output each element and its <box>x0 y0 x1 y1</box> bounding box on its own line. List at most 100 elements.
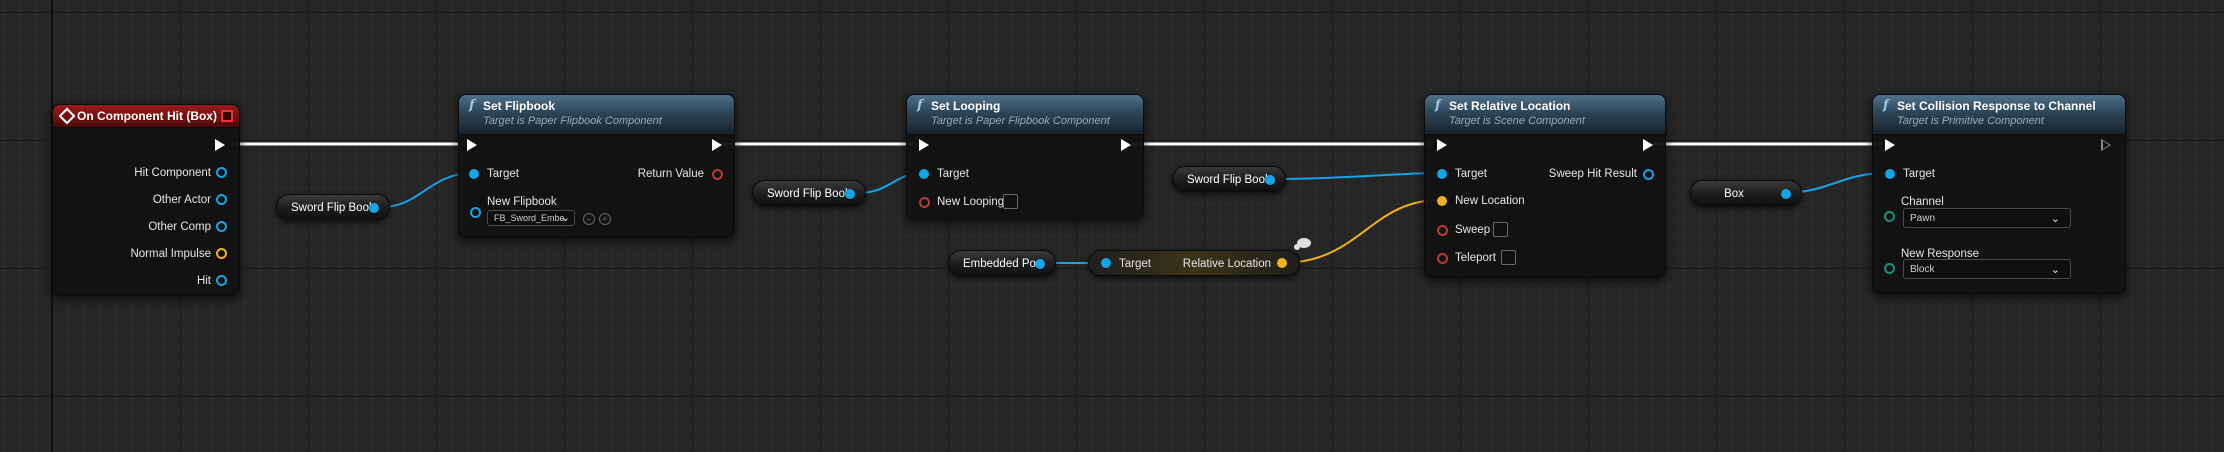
pin-label-normal-impulse: Normal Impulse <box>130 248 211 260</box>
teleport-checkbox[interactable] <box>1501 250 1516 265</box>
pin-new-response[interactable] <box>1884 263 1895 274</box>
pin-hit[interactable] <box>216 275 227 286</box>
exec-out-pin[interactable] <box>712 139 722 151</box>
function-node-subtitle: Target is Primitive Component <box>1897 115 2044 127</box>
variable-output-pin[interactable] <box>1035 259 1045 269</box>
event-diamond-icon <box>58 107 76 125</box>
event-node-on-component-hit[interactable]: On Component Hit (Box) Hit Component Oth… <box>52 104 240 296</box>
use-selected-asset-icon[interactable]: ← <box>583 213 595 225</box>
exec-in-pin[interactable] <box>919 139 929 151</box>
pin-new-location[interactable] <box>1437 196 1447 206</box>
chevron-down-icon: ⌄ <box>2050 264 2060 276</box>
browse-asset-icon[interactable]: ⌕ <box>599 213 611 225</box>
channel-dropdown-value: Pawn <box>1910 213 1936 224</box>
variable-node-embedded-pos[interactable]: Embedded Pos <box>948 250 1056 276</box>
pin-sweep[interactable] <box>1437 225 1448 236</box>
pin-teleport[interactable] <box>1437 253 1448 264</box>
function-node-title: Set Looping <box>931 99 1001 113</box>
variable-label: Embedded Pos <box>963 258 1042 270</box>
pin-label-return-value: Return Value <box>637 168 704 180</box>
variable-output-pin[interactable] <box>1265 175 1275 185</box>
function-node-title: Set Collision Response to Channel <box>1897 99 2096 113</box>
pin-target[interactable] <box>469 169 479 179</box>
pin-target[interactable] <box>1885 169 1895 179</box>
event-node-title: On Component Hit (Box) <box>77 109 217 123</box>
variable-label: Sword Flip Book <box>1187 174 1271 186</box>
new-flipbook-asset-dropdown[interactable]: FB_Sword_Embe ⌄ <box>487 210 575 226</box>
event-node-header: On Component Hit (Box) <box>53 105 239 128</box>
variable-label: Sword Flip Book <box>291 202 375 214</box>
function-node-set-looping[interactable]: f Set Looping Target is Paper Flipbook C… <box>906 94 1144 220</box>
exec-out-pin[interactable] <box>1121 139 1131 151</box>
pin-label-new-flipbook: New Flipbook <box>487 196 557 208</box>
function-node-subtitle: Target is Paper Flipbook Component <box>931 115 1110 127</box>
pin-hit-component[interactable] <box>216 167 227 178</box>
exec-out-pin[interactable] <box>215 139 225 151</box>
function-icon: f <box>1435 98 1441 113</box>
pin-label-relative-location: Relative Location <box>1182 258 1271 270</box>
pin-label-sweep: Sweep <box>1455 224 1491 236</box>
chevron-down-icon: ⌄ <box>560 212 570 224</box>
sweep-checkbox[interactable] <box>1493 222 1508 237</box>
pin-return-value[interactable] <box>712 169 723 180</box>
pin-label-other-actor: Other Actor <box>152 194 211 206</box>
pin-label-sweep-hit-result: Sweep Hit Result <box>1548 168 1637 180</box>
pin-target[interactable] <box>1101 258 1111 268</box>
variable-node-box[interactable]: Box <box>1690 180 1802 206</box>
function-node-header: f Set Looping Target is Paper Flipbook C… <box>907 95 1143 135</box>
pin-new-looping[interactable] <box>919 197 930 208</box>
function-node-set-collision-response[interactable]: f Set Collision Response to Channel Targ… <box>1872 94 2126 294</box>
new-flipbook-asset-value: FB_Sword_Embe <box>494 213 565 223</box>
function-node-set-relative-location[interactable]: f Set Relative Location Target is Scene … <box>1424 94 1666 278</box>
new-looping-checkbox[interactable] <box>1003 194 1018 209</box>
exec-in-pin[interactable] <box>1885 139 1895 151</box>
pin-label-hit: Hit <box>196 275 211 287</box>
variable-node-sword-flip-book[interactable]: Sword Flip Book <box>752 180 866 206</box>
variable-label: Sword Flip Book <box>767 188 851 200</box>
new-response-dropdown[interactable]: Block ⌄ <box>1903 259 2071 279</box>
function-node-title: Set Relative Location <box>1449 99 1571 113</box>
function-node-set-flipbook[interactable]: f Set Flipbook Target is Paper Flipbook … <box>458 94 735 238</box>
pin-relative-location[interactable] <box>1277 258 1287 268</box>
pin-target[interactable] <box>1437 169 1447 179</box>
pin-label-teleport: Teleport <box>1455 252 1496 264</box>
object-wire <box>1277 172 1441 180</box>
function-node-header: f Set Flipbook Target is Paper Flipbook … <box>459 95 734 135</box>
function-icon: f <box>917 98 923 113</box>
function-icon: f <box>469 98 475 113</box>
function-node-subtitle: Target is Paper Flipbook Component <box>483 115 662 127</box>
pin-normal-impulse[interactable] <box>216 248 227 259</box>
pin-label-channel: Channel <box>1901 196 1944 208</box>
variable-output-pin[interactable] <box>845 189 855 199</box>
comment-bubble-icon[interactable] <box>1294 238 1311 250</box>
pin-channel[interactable] <box>1884 211 1895 222</box>
exec-out-pin[interactable] <box>1643 139 1653 151</box>
vector-wire <box>1280 199 1441 264</box>
pin-new-flipbook[interactable] <box>470 207 481 218</box>
variable-node-sword-flip-book[interactable]: Sword Flip Book <box>1172 166 1286 192</box>
pin-other-comp[interactable] <box>216 221 227 232</box>
function-icon: f <box>1883 98 1889 113</box>
pin-other-actor[interactable] <box>216 194 227 205</box>
pin-sweep-hit-result[interactable] <box>1643 169 1654 180</box>
exec-out-pin[interactable] <box>2101 139 2111 151</box>
chevron-down-icon: ⌄ <box>2050 213 2060 225</box>
function-node-header: f Set Relative Location Target is Scene … <box>1425 95 1665 135</box>
exec-in-pin[interactable] <box>1437 139 1447 151</box>
pin-label-target: Target <box>1455 168 1487 180</box>
channel-dropdown[interactable]: Pawn ⌄ <box>1903 208 2071 228</box>
variable-output-pin[interactable] <box>1781 189 1791 199</box>
variable-output-pin[interactable] <box>369 203 379 213</box>
pin-label-new-location: New Location <box>1455 195 1525 207</box>
pin-target[interactable] <box>919 169 929 179</box>
pin-label-target: Target <box>487 168 519 180</box>
new-response-dropdown-value: Block <box>1910 264 1935 275</box>
delegate-icon[interactable] <box>221 110 233 122</box>
pin-label-hit-component: Hit Component <box>134 167 211 179</box>
getter-node-relative-location[interactable]: Target Relative Location <box>1088 250 1300 276</box>
pin-label-other-comp: Other Comp <box>148 221 211 233</box>
exec-in-pin[interactable] <box>467 139 477 151</box>
variable-label: Box <box>1724 188 1744 200</box>
variable-node-sword-flip-book[interactable]: Sword Flip Book <box>276 194 390 220</box>
function-node-subtitle: Target is Scene Component <box>1449 115 1585 127</box>
